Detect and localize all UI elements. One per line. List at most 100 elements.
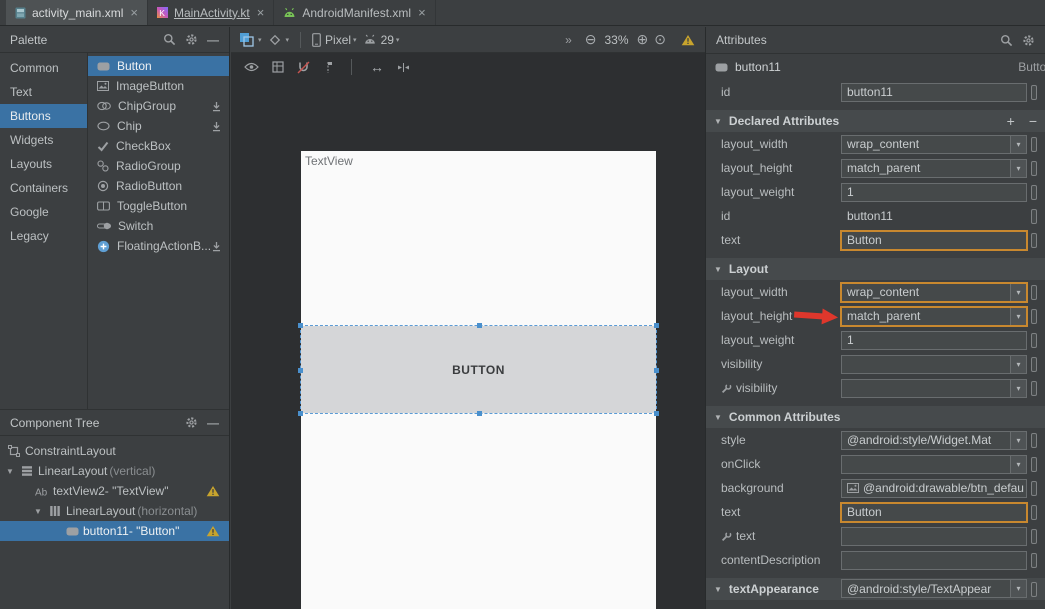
combo-arrow-icon[interactable]: ▾	[1010, 136, 1026, 153]
attr-field-text[interactable]: Button	[841, 503, 1027, 522]
resource-flag-icon[interactable]	[1031, 357, 1037, 372]
attr-field-layout-weight[interactable]: 1	[841, 331, 1027, 350]
palette-item-chipgroup[interactable]: ChipGroup	[88, 96, 229, 116]
palette-item-button[interactable]: Button	[88, 56, 229, 76]
autoconnect-magnet-off-icon[interactable]	[297, 61, 310, 74]
combo-arrow-icon[interactable]: ▾	[1010, 432, 1026, 449]
download-icon[interactable]	[211, 101, 222, 112]
resource-flag-icon[interactable]	[1031, 137, 1037, 152]
combo-arrow-icon[interactable]: ▾	[1010, 456, 1026, 473]
resource-flag-icon[interactable]	[1031, 185, 1037, 200]
tree-item-linearlayout[interactable]: ▼LinearLayout(horizontal)	[0, 501, 229, 521]
design-canvas[interactable]: TextView BUTTON	[301, 151, 656, 609]
combo-arrow-icon[interactable]: ▾	[1010, 580, 1026, 597]
attr-field-style[interactable]: @android:style/Widget.Mat▾	[841, 431, 1027, 450]
selection-handle[interactable]	[477, 323, 482, 328]
resource-flag-icon[interactable]	[1031, 161, 1037, 176]
selection-handle[interactable]	[654, 368, 659, 373]
tree-item-linearlayout[interactable]: ▼LinearLayout(vertical)	[0, 461, 229, 481]
selection-handle[interactable]	[298, 368, 303, 373]
attr-field-id[interactable]: button11	[841, 83, 1027, 102]
blueprint-grid-icon[interactable]	[272, 61, 284, 73]
orientation-icon[interactable]	[268, 33, 282, 47]
attr-value-id[interactable]: button11	[841, 209, 1027, 223]
section-header-declared-attributes[interactable]: ▼Declared Attributes+−	[706, 110, 1045, 132]
combo-arrow-icon[interactable]: ▾	[1010, 160, 1026, 177]
download-icon[interactable]	[211, 241, 222, 252]
canvas-textview[interactable]: TextView	[305, 154, 353, 168]
resource-flag-icon[interactable]	[1031, 457, 1037, 472]
combo-arrow-icon[interactable]: ▾	[1010, 284, 1026, 301]
palette-item-floatingactionb[interactable]: FloatingActionB...	[88, 236, 229, 256]
resource-flag-icon[interactable]	[1031, 285, 1037, 300]
warning-icon[interactable]	[681, 34, 695, 46]
resource-flag-icon[interactable]	[1031, 333, 1037, 348]
expand-arrow-icon[interactable]: ▼	[34, 507, 47, 516]
add-attribute-button[interactable]: +	[1007, 113, 1015, 129]
palette-item-togglebutton[interactable]: ToggleButton	[88, 196, 229, 216]
attr-field-text[interactable]: Button	[841, 231, 1027, 250]
minimize-icon[interactable]: —	[207, 416, 219, 430]
tree-item-button11-button[interactable]: button11- "Button"	[0, 521, 229, 541]
resource-flag-icon[interactable]	[1031, 481, 1037, 496]
gear-icon[interactable]	[1022, 34, 1035, 47]
resource-flag-icon[interactable]	[1031, 529, 1037, 544]
section-header-textappearance[interactable]: ▼textAppearance@android:style/TextAppear…	[706, 578, 1045, 600]
palette-item-chip[interactable]: Chip	[88, 116, 229, 136]
attr-field-layout-height[interactable]: match_parent▾	[841, 307, 1027, 326]
collapse-arrow-icon[interactable]: ▼	[714, 413, 722, 422]
palette-category-google[interactable]: Google	[0, 200, 87, 224]
editor-tab-activity-main-xml[interactable]: activity_main.xml×	[6, 0, 148, 25]
section-header-layout[interactable]: ▼Layout	[706, 258, 1045, 280]
selection-handle[interactable]	[298, 411, 303, 416]
design-mode-icon[interactable]	[239, 32, 254, 47]
search-icon[interactable]	[163, 33, 176, 46]
palette-item-imagebutton[interactable]: ImageButton	[88, 76, 229, 96]
gear-icon[interactable]	[185, 416, 198, 429]
guideline-icon[interactable]	[323, 61, 333, 74]
attr-field-visibility[interactable]: ▾	[841, 355, 1027, 374]
close-icon[interactable]: ×	[418, 5, 426, 20]
resource-flag-icon[interactable]	[1031, 233, 1037, 248]
remove-attribute-button[interactable]: −	[1029, 113, 1037, 129]
zoom-in-icon[interactable]: ⊕	[637, 31, 649, 48]
close-icon[interactable]: ×	[130, 5, 138, 20]
palette-category-widgets[interactable]: Widgets	[0, 128, 87, 152]
zoom-out-icon[interactable]: ⊖	[585, 31, 597, 48]
attr-field-textappearance[interactable]: @android:style/TextAppear▾	[841, 579, 1027, 598]
collapse-arrow-icon[interactable]: ▼	[714, 265, 722, 274]
device-selector[interactable]: Pixel ▾	[312, 33, 357, 47]
search-icon[interactable]	[1000, 34, 1013, 47]
palette-category-buttons[interactable]: Buttons	[0, 104, 87, 128]
collapse-arrow-icon[interactable]: ▼	[714, 117, 722, 126]
palette-item-checkbox[interactable]: CheckBox	[88, 136, 229, 156]
palette-category-common[interactable]: Common	[0, 56, 87, 80]
api-level-selector[interactable]: 29 ▾	[363, 33, 400, 47]
resource-flag-icon[interactable]	[1031, 381, 1037, 396]
resize-arrows-icon[interactable]: ↔	[370, 59, 384, 75]
palette-category-text[interactable]: Text	[0, 80, 87, 104]
attr-field-layout-width[interactable]: wrap_content▾	[841, 283, 1027, 302]
selection-handle[interactable]	[654, 411, 659, 416]
resource-flag-icon[interactable]	[1031, 582, 1037, 597]
tree-item-constraintlayout[interactable]: ConstraintLayout	[0, 441, 229, 461]
resource-flag-icon[interactable]	[1031, 505, 1037, 520]
resource-flag-icon[interactable]	[1031, 553, 1037, 568]
palette-category-layouts[interactable]: Layouts	[0, 152, 87, 176]
selection-handle[interactable]	[477, 411, 482, 416]
palette-category-containers[interactable]: Containers	[0, 176, 87, 200]
close-icon[interactable]: ×	[257, 5, 265, 20]
resource-flag-icon[interactable]	[1031, 85, 1037, 100]
editor-tab-mainactivity-kt[interactable]: KMainActivity.kt×	[148, 0, 274, 25]
toolbar-overflow-icon[interactable]: »	[565, 33, 572, 47]
palette-category-legacy[interactable]: Legacy	[0, 224, 87, 248]
zoom-fit-icon[interactable]: ⊙	[654, 31, 666, 48]
collapse-arrow-icon[interactable]: ▼	[714, 585, 722, 594]
resource-flag-icon[interactable]	[1031, 309, 1037, 324]
palette-item-radiobutton[interactable]: RadioButton	[88, 176, 229, 196]
attr-field-onclick[interactable]: ▾	[841, 455, 1027, 474]
resource-flag-icon[interactable]	[1031, 433, 1037, 448]
resource-flag-icon[interactable]	[1031, 209, 1037, 224]
attr-field-text[interactable]	[841, 527, 1027, 546]
editor-tab-androidmanifest-xml[interactable]: AndroidManifest.xml×	[274, 0, 435, 25]
